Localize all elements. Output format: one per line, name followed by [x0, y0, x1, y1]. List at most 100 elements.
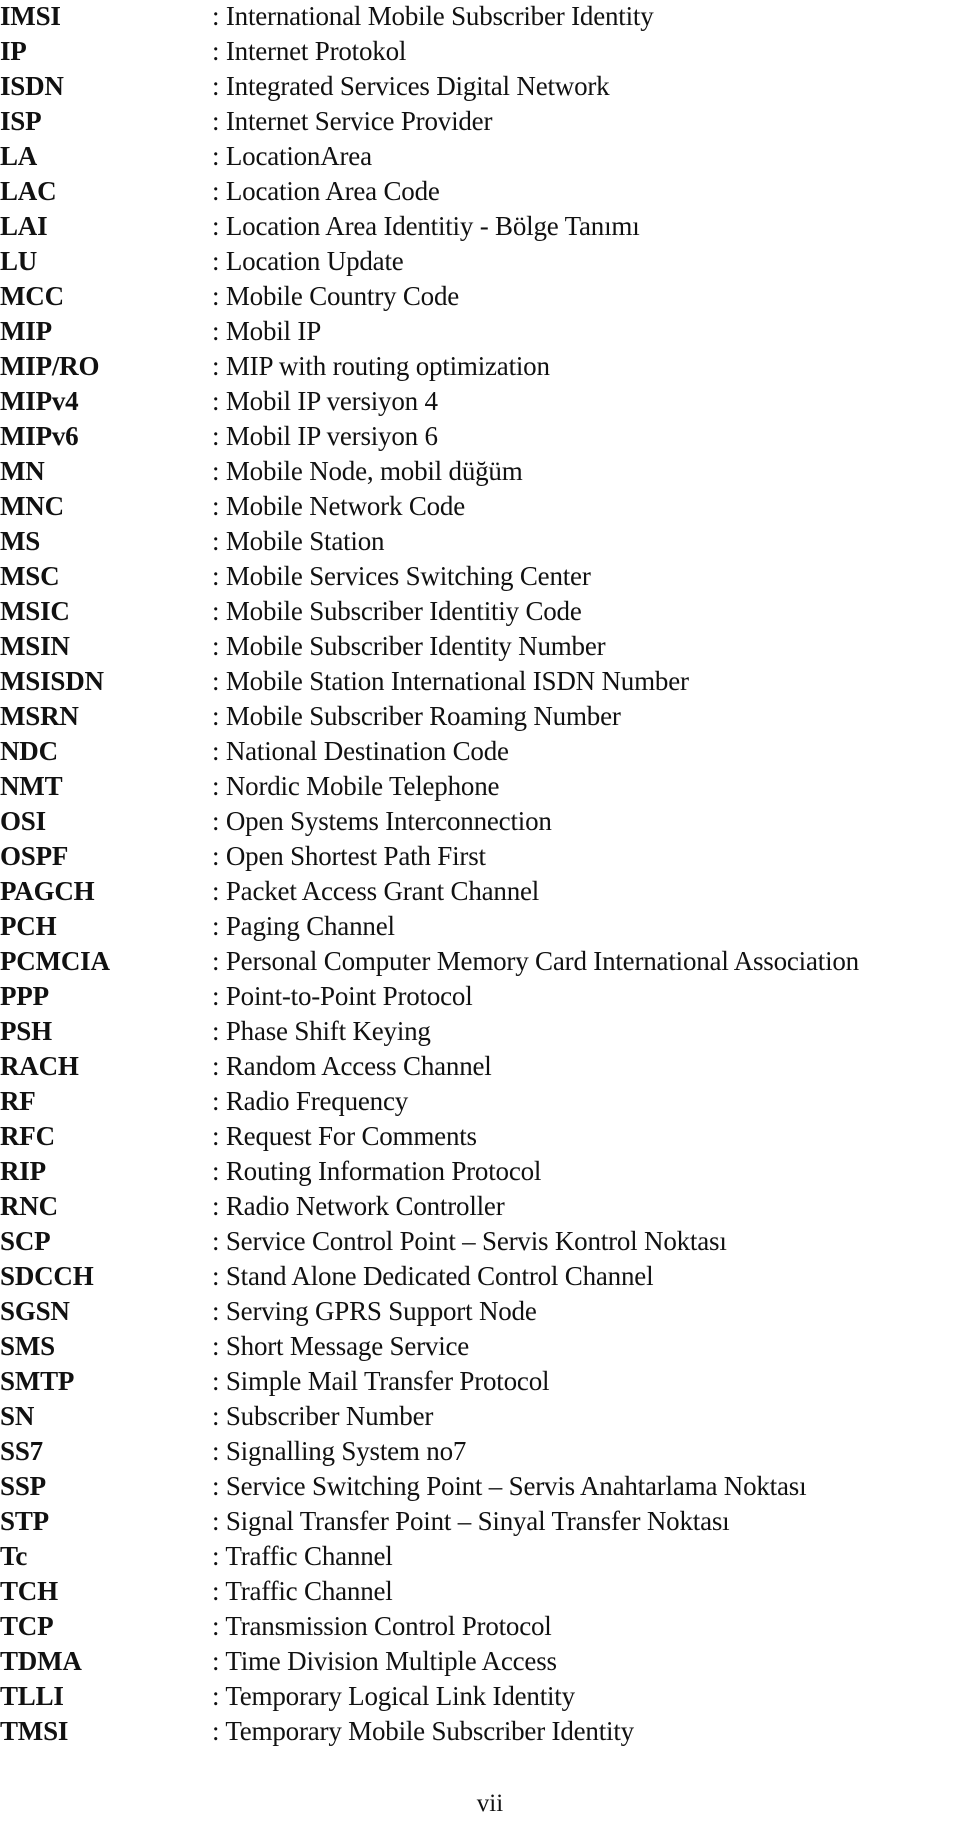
abbreviation-row: LA: LocationArea — [0, 140, 960, 175]
abbreviation-row: MIPv4: Mobil IP versiyon 4 — [0, 385, 960, 420]
abbreviation-definition: : Signalling System no7 — [212, 1436, 467, 1466]
abbreviation-definition: : MIP with routing optimization — [212, 351, 550, 381]
abbreviation-definition: : Temporary Mobile Subscriber Identity — [212, 1716, 634, 1746]
abbreviation-row: IP: Internet Protokol — [0, 35, 960, 70]
abbreviation-row: SDCCH: Stand Alone Dedicated Control Cha… — [0, 1260, 960, 1295]
abbreviation-definition: : Point-to-Point Protocol — [212, 981, 473, 1011]
abbreviation-row: RNC: Radio Network Controller — [0, 1190, 960, 1225]
abbreviation-term: PSH — [0, 1016, 52, 1046]
abbreviation-row: TMSI : Temporary Mobile Subscriber Identi… — [0, 1715, 960, 1750]
abbreviation-term: TCH — [0, 1576, 58, 1606]
abbreviation-row: MNC : Mobile Network Code — [0, 490, 960, 525]
abbreviation-term: SGSN — [0, 1296, 70, 1326]
abbreviation-term: MIP/RO — [0, 351, 100, 381]
abbreviation-row: SGSN : Serving GPRS Support Node — [0, 1295, 960, 1330]
abbreviation-term: PPP — [0, 981, 49, 1011]
abbreviation-term: MNC — [0, 491, 64, 521]
abbreviation-definition: : Transmission Control Protocol — [212, 1611, 552, 1641]
abbreviation-term: TMSI — [0, 1716, 69, 1746]
abbreviation-term: LAC — [0, 176, 57, 206]
abbreviation-row: MSISDN: Mobile Station International ISD… — [0, 665, 960, 700]
abbreviation-definition: : Radio Frequency — [212, 1086, 409, 1116]
abbreviation-definition: : Serving GPRS Support Node — [212, 1296, 537, 1326]
abbreviation-term: MSISDN — [0, 666, 104, 696]
abbreviation-term: RIP — [0, 1156, 46, 1186]
abbreviation-row: ISP: Internet Service Provider — [0, 105, 960, 140]
abbreviation-definition: : Personal Computer Memory Card Internat… — [212, 946, 859, 976]
abbreviation-term: TDMA — [0, 1646, 82, 1676]
abbreviation-row: Tc: Traffic Channel — [0, 1540, 960, 1575]
abbreviation-row: ISDN: Integrated Services Digital Networ… — [0, 70, 960, 105]
abbreviation-row: SS7 : Signalling System no7 — [0, 1435, 960, 1470]
abbreviation-definition: : Random Access Channel — [212, 1051, 492, 1081]
abbreviation-row: PPP : Point-to-Point Protocol — [0, 980, 960, 1015]
abbreviation-definition: : Service Switching Point – Servis Anaht… — [212, 1471, 807, 1501]
abbreviation-term: PCH — [0, 911, 57, 941]
abbreviation-row: TDMA : Time Division Multiple Access — [0, 1645, 960, 1680]
abbreviation-definition: : Simple Mail Transfer Protocol — [212, 1366, 550, 1396]
abbreviation-row: MSC: Mobile Services Switching Center — [0, 560, 960, 595]
abbreviation-row: IMSI : International Mobile Subscriber Id… — [0, 0, 960, 35]
abbreviation-term: TLLI — [0, 1681, 64, 1711]
abbreviation-row: MSIC: Mobile Subscriber Identitiy Code — [0, 595, 960, 630]
abbreviation-term: PAGCH — [0, 876, 95, 906]
abbreviation-row: NMT : Nordic Mobile Telephone — [0, 770, 960, 805]
abbreviation-term: MSRN — [0, 701, 79, 731]
abbreviation-definition: : Routing Information Protocol — [212, 1156, 542, 1186]
abbreviation-definition: : Mobile Subscriber Identity Number — [212, 631, 606, 661]
abbreviation-term: Tc — [0, 1541, 28, 1571]
abbreviation-definition: : Mobile Subscriber Identitiy Code — [212, 596, 582, 626]
abbreviation-row: RF : Radio Frequency — [0, 1085, 960, 1120]
abbreviation-row: SCP: Service Control Point – Servis Kont… — [0, 1225, 960, 1260]
abbreviation-row: NDC: National Destination Code — [0, 735, 960, 770]
abbreviation-row: STP : Signal Transfer Point – Sinyal Tran… — [0, 1505, 960, 1540]
abbreviation-row: LU: Location Update — [0, 245, 960, 280]
abbreviation-term: RNC — [0, 1191, 58, 1221]
abbreviation-term: LU — [0, 246, 38, 276]
abbreviation-row: RACH: Random Access Channel — [0, 1050, 960, 1085]
abbreviation-row: RFC : Request For Comments — [0, 1120, 960, 1155]
abbreviation-definition: : Paging Channel — [212, 911, 395, 941]
abbreviation-definition: : Mobile Country Code — [212, 281, 460, 311]
abbreviation-definition: : Signal Transfer Point – Sinyal Transfe… — [212, 1506, 730, 1536]
abbreviation-row: TCH: Traffic Channel — [0, 1575, 960, 1610]
abbreviation-term: MIP — [0, 316, 52, 346]
abbreviation-definition: : Phase Shift Keying — [212, 1016, 431, 1046]
abbreviation-term: SS7 — [0, 1436, 43, 1466]
abbreviation-term: SN — [0, 1401, 35, 1431]
abbreviation-definition: : Time Division Multiple Access — [212, 1646, 557, 1676]
abbreviation-term: ISDN — [0, 71, 64, 101]
abbreviation-definition: : LocationArea — [212, 141, 372, 171]
abbreviation-definition: : Mobile Node, mobil düğüm — [212, 456, 523, 486]
abbreviation-term: MIPv6 — [0, 421, 79, 451]
abbreviation-definition: : Open Shortest Path First — [212, 841, 486, 871]
abbreviation-row: PAGCH : Packet Access Grant Channel — [0, 875, 960, 910]
abbreviation-term: IMSI — [0, 1, 61, 31]
abbreviation-row: TLLI: Temporary Logical Link Identity — [0, 1680, 960, 1715]
abbreviation-definition: : Nordic Mobile Telephone — [212, 771, 500, 801]
abbreviation-term: RFC — [0, 1121, 55, 1151]
abbreviation-definition: : Short Message Service — [212, 1331, 470, 1361]
abbreviation-term: MS — [0, 526, 41, 556]
abbreviation-term: RF — [0, 1086, 36, 1116]
abbreviation-definition: : Open Systems Interconnection — [212, 806, 552, 836]
abbreviation-list: IMSI : International Mobile Subscriber Id… — [0, 0, 960, 1750]
abbreviation-definition: : Mobil IP versiyon 6 — [212, 421, 438, 451]
abbreviation-row: MS: Mobile Station — [0, 525, 960, 560]
abbreviation-definition: : Stand Alone Dedicated Control Channel — [212, 1261, 654, 1291]
abbreviation-row: RIP : Routing Information Protocol — [0, 1155, 960, 1190]
abbreviation-term: PCMCIA — [0, 946, 110, 976]
abbreviation-term: NDC — [0, 736, 58, 766]
abbreviation-definition: : International Mobile Subscriber Identi… — [212, 1, 654, 31]
abbreviation-definition: : Request For Comments — [212, 1121, 477, 1151]
abbreviation-row: SSP: Service Switching Point – Servis An… — [0, 1470, 960, 1505]
abbreviation-term: STP — [0, 1506, 49, 1536]
abbreviation-term: MCC — [0, 281, 64, 311]
abbreviation-term: NMT — [0, 771, 63, 801]
abbreviation-definition: : Mobil IP versiyon 4 — [212, 386, 438, 416]
abbreviation-definition: : Location Area Code — [212, 176, 440, 206]
abbreviation-definition: : Mobile Network Code — [212, 491, 466, 521]
abbreviation-row: MIPv6 : Mobil IP versiyon 6 — [0, 420, 960, 455]
abbreviation-row: OSI: Open Systems Interconnection — [0, 805, 960, 840]
abbreviation-definition: : Packet Access Grant Channel — [212, 876, 540, 906]
